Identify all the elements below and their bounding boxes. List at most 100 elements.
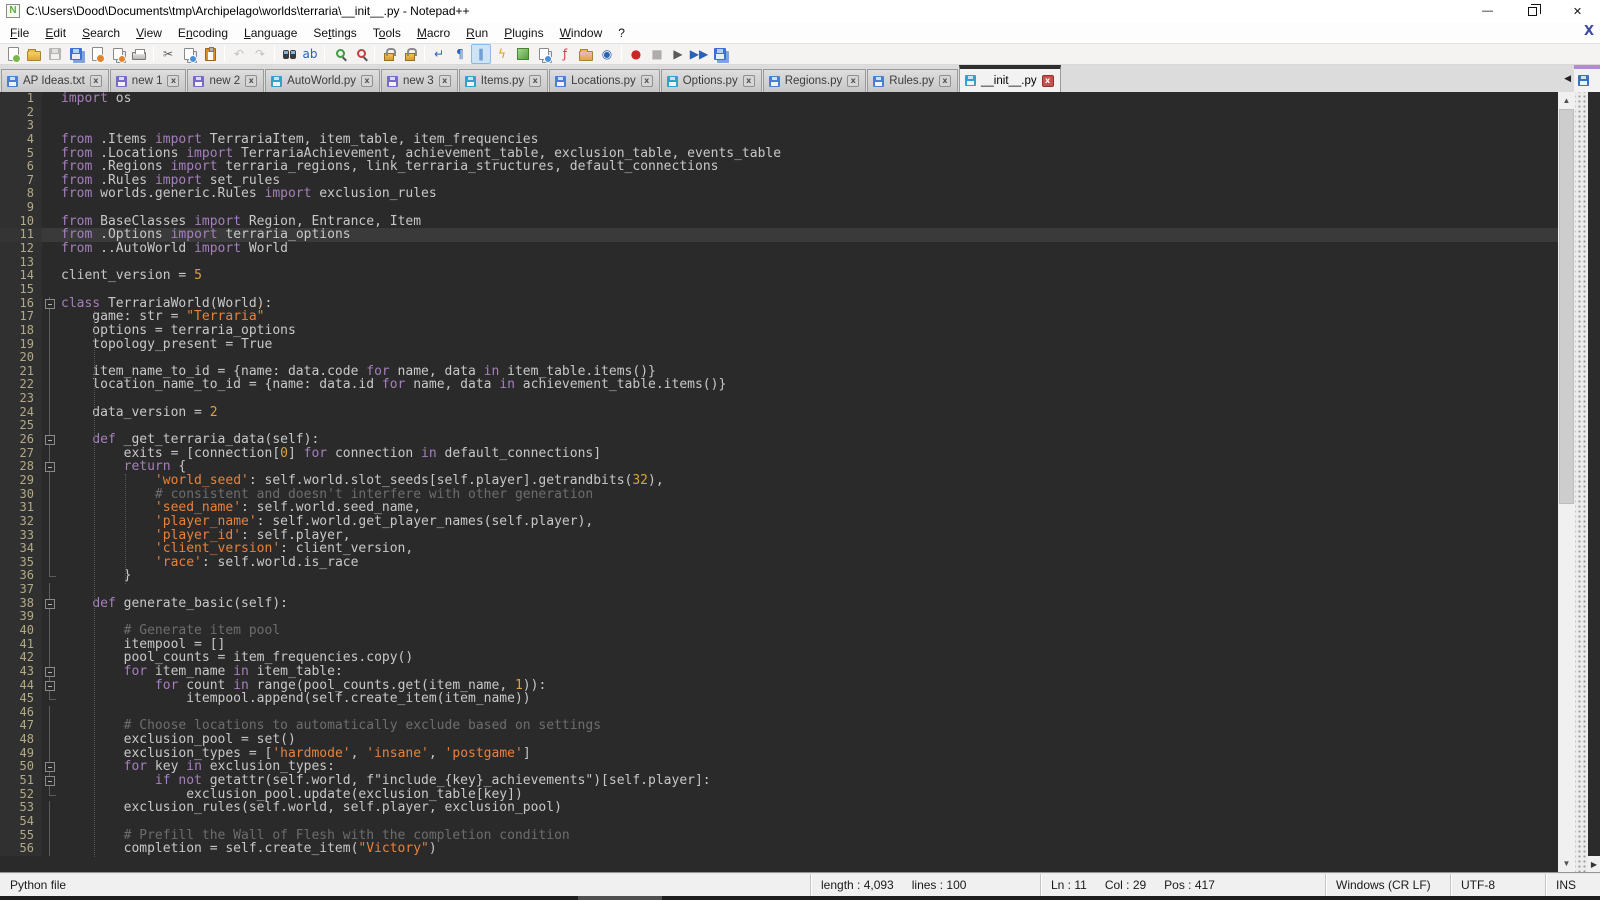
print-icon[interactable] [129,44,149,64]
code-line[interactable]: 41 itempool = [] [0,638,1558,652]
function-list-icon[interactable]: ƒ [555,44,575,64]
fold-marker-icon[interactable] [42,460,57,474]
document-map-icon[interactable] [513,44,533,64]
tab-new-1[interactable]: new 1x [110,69,187,92]
menubar-close-doc-icon[interactable]: X [1584,24,1594,39]
scroll-up-icon[interactable]: ▲ [1558,92,1575,109]
code-line[interactable]: 21 item_name_to_id = {name: data.code fo… [0,365,1558,379]
code-line[interactable]: 33 'player_id': self.player, [0,529,1558,543]
minimize-button[interactable]: — [1465,0,1510,22]
tab-autoworld-py[interactable]: AutoWorld.pyx [265,69,380,92]
tab-close-icon[interactable]: x [743,75,755,87]
menu-item-macro[interactable]: Macro [409,24,458,42]
code-line[interactable]: 49 exclusion_types = ['hardmode', 'insan… [0,747,1558,761]
code-line[interactable]: 29 'world_seed': self.world.slot_seeds[s… [0,474,1558,488]
tab-locations-py[interactable]: Locations.pyx [549,69,660,92]
menu-item-[interactable]: ? [610,24,633,42]
menu-item-plugins[interactable]: Plugins [496,24,551,42]
fold-marker-icon[interactable] [42,597,57,611]
tab-scroll-left-icon[interactable]: ◀ [1561,73,1574,84]
menu-item-settings[interactable]: Settings [305,24,364,42]
vertical-scrollbar[interactable]: ▲ ▼ [1558,92,1575,872]
monitoring-icon[interactable]: ◉ [597,44,617,64]
menu-item-encoding[interactable]: Encoding [170,24,236,42]
code-line[interactable]: 47 # Choose locations to automatically e… [0,719,1558,733]
tab-close-icon[interactable]: x [90,75,102,87]
tab-close-icon[interactable]: x [641,75,653,87]
copy-icon[interactable] [179,44,199,64]
show-indent-guide-icon[interactable]: ∥ [471,44,491,64]
replace-icon[interactable]: ab [300,44,320,64]
code-line[interactable]: 36 } [0,569,1558,583]
code-line[interactable]: 17 game: str = "Terraria" [0,310,1558,324]
code-line[interactable]: 39 [0,610,1558,624]
code-line[interactable]: 43 for item_name in item_table: [0,665,1558,679]
code-line[interactable]: 28 return { [0,460,1558,474]
find-icon[interactable] [279,44,299,64]
tab-close-icon[interactable]: x [439,75,451,87]
code-line[interactable]: 14client_version = 5 [0,269,1558,283]
undo-icon[interactable]: ↶ [229,44,249,64]
macro-run-multiple-icon[interactable]: ▶▶ [689,44,709,64]
code-line[interactable]: 25 [0,419,1558,433]
code-line[interactable]: 37 [0,583,1558,597]
macro-play-icon[interactable]: ▶ [668,44,688,64]
folder-as-workspace-icon[interactable] [576,44,596,64]
fold-marker-icon[interactable] [42,760,57,774]
menu-item-edit[interactable]: Edit [37,24,74,42]
show-all-characters-icon[interactable]: ¶ [450,44,470,64]
code-line[interactable]: 32 'player_name': self.world.get_player_… [0,515,1558,529]
menu-item-search[interactable]: Search [74,24,128,42]
menu-item-file[interactable]: File [2,24,37,42]
save-all-icon[interactable] [66,44,86,64]
code-line[interactable]: 12from ..AutoWorld import World [0,242,1558,256]
code-line[interactable]: 6from .Regions import terraria_regions, … [0,160,1558,174]
code-line[interactable]: 53 exclusion_rules(self.world, self.play… [0,801,1558,815]
code-line[interactable]: 56 completion = self.create_item("Victor… [0,842,1558,856]
code-line[interactable]: 42 pool_counts = item_frequencies.copy() [0,651,1558,665]
code-line[interactable]: 27 exits = [connection[0] for connection… [0,447,1558,461]
code-line[interactable]: 22 location_name_to_id = {name: data.id … [0,378,1558,392]
restore-button[interactable] [1510,0,1555,22]
code-line[interactable]: 35 'race': self.world.is_race [0,556,1558,570]
code-line[interactable]: 31 'seed_name': self.world.seed_name, [0,501,1558,515]
document-list-icon[interactable] [534,44,554,64]
zoom-in-icon[interactable] [329,44,349,64]
code-line[interactable]: 18 options = terraria_options [0,324,1558,338]
open-file-icon[interactable] [24,44,44,64]
tab-close-icon[interactable]: x [167,75,179,87]
code-line[interactable]: 50 for key in exclusion_types: [0,760,1558,774]
sync-vertical-scroll-icon[interactable] [379,44,399,64]
code-line[interactable]: 30 # consistent and doesn't interfere wi… [0,488,1558,502]
save-icon[interactable] [45,44,65,64]
code-editor[interactable]: 1import os234from .Items import Terraria… [0,92,1558,872]
code-line[interactable]: 1import os [0,92,1558,106]
new-file-icon[interactable] [3,44,23,64]
tab-new-2[interactable]: new 2x [187,69,264,92]
status-eol-format[interactable]: Windows (CR LF) [1325,874,1450,896]
tab-rules-py[interactable]: Rules.pyx [867,69,958,92]
redo-icon[interactable]: ↷ [250,44,270,64]
code-line[interactable]: 46 [0,706,1558,720]
menu-item-view[interactable]: View [128,24,170,42]
code-line[interactable]: 10from BaseClasses import Region, Entran… [0,215,1558,229]
fold-marker-icon[interactable] [42,665,57,679]
code-line[interactable]: 11from .Options import terraria_options [0,228,1558,242]
code-line[interactable]: 55 # Prefill the Wall of Flesh with the … [0,829,1558,843]
close-button[interactable]: ✕ [1555,0,1600,22]
scroll-right-icon[interactable]: ▶ [1588,856,1600,872]
cut-icon[interactable]: ✂ [158,44,178,64]
code-line[interactable]: 38 def generate_basic(self): [0,597,1558,611]
fold-marker-icon[interactable] [42,679,57,693]
code-line[interactable]: 3 [0,119,1558,133]
code-line[interactable]: 44 for count in range(pool_counts.get(it… [0,679,1558,693]
tab-close-icon[interactable]: x [1042,75,1054,87]
code-line[interactable]: 2 [0,106,1558,120]
code-line[interactable]: 52 exclusion_pool.update(exclusion_table… [0,788,1558,802]
code-line[interactable]: 16class TerrariaWorld(World): [0,297,1558,311]
code-line[interactable]: 24 data_version = 2 [0,406,1558,420]
tab-close-icon[interactable]: x [245,75,257,87]
macro-save-icon[interactable] [710,44,730,64]
macro-record-icon[interactable]: ● [626,44,646,64]
tab-close-icon[interactable]: x [361,75,373,87]
